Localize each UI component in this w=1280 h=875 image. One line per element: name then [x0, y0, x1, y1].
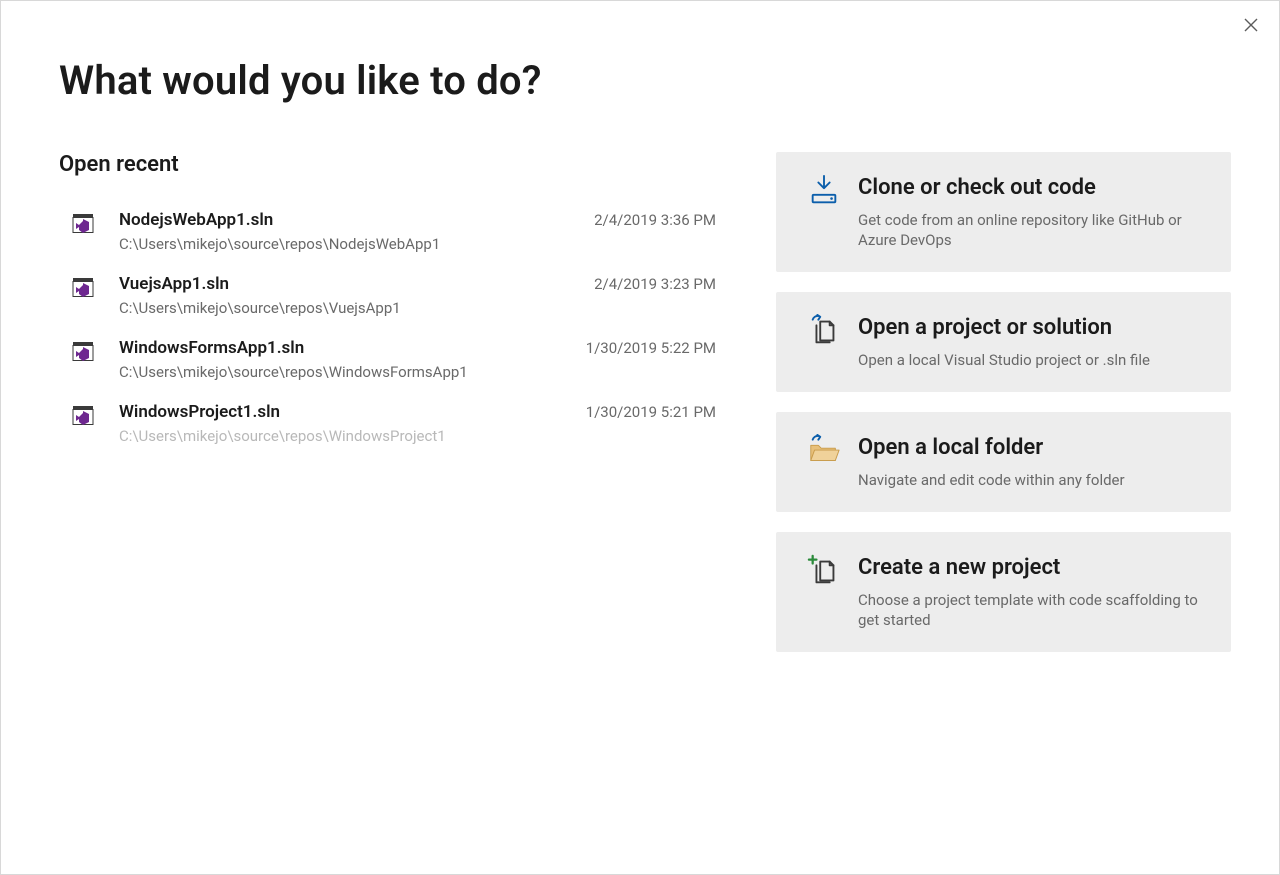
open-recent-section: Open recent NodejsWebApp1.sln 2/4/2019 3…	[59, 152, 726, 455]
open-project-icon	[794, 314, 854, 370]
recent-item-path: C:\Users\mikejo\source\repos\VuejsApp1	[119, 299, 716, 317]
recent-item-name: NodejsWebApp1.sln	[119, 209, 586, 231]
card-desc: Get code from an online repository like …	[858, 210, 1209, 250]
recent-item-date: 2/4/2019 3:23 PM	[594, 275, 716, 293]
recent-item-path: C:\Users\mikejo\source\repos\WindowsProj…	[119, 427, 716, 445]
recent-list: NodejsWebApp1.sln 2/4/2019 3:36 PM C:\Us…	[59, 199, 726, 455]
card-desc: Navigate and edit code within any folder	[858, 470, 1209, 490]
clone-icon	[794, 174, 854, 250]
start-window: What would you like to do? Open recent N…	[0, 0, 1280, 875]
open-project-button[interactable]: Open a project or solution Open a local …	[776, 292, 1231, 392]
recent-item[interactable]: WindowsProject1.sln 1/30/2019 5:21 PM C:…	[59, 391, 726, 455]
open-recent-heading: Open recent	[59, 152, 726, 177]
open-folder-icon	[794, 434, 854, 490]
recent-item[interactable]: WindowsFormsApp1.sln 1/30/2019 5:22 PM C…	[59, 327, 726, 391]
recent-item[interactable]: NodejsWebApp1.sln 2/4/2019 3:36 PM C:\Us…	[59, 199, 726, 263]
recent-item-date: 1/30/2019 5:21 PM	[586, 403, 716, 421]
card-title: Open a local folder	[858, 434, 1209, 462]
sln-file-icon	[71, 403, 111, 427]
card-title: Clone or check out code	[858, 174, 1209, 202]
close-icon[interactable]	[1239, 13, 1263, 37]
open-folder-button[interactable]: Open a local folder Navigate and edit co…	[776, 412, 1231, 512]
card-desc: Choose a project template with code scaf…	[858, 590, 1209, 630]
card-title: Open a project or solution	[858, 314, 1209, 342]
card-desc: Open a local Visual Studio project or .s…	[858, 350, 1209, 370]
recent-item-date: 2/4/2019 3:36 PM	[594, 211, 716, 229]
card-title: Create a new project	[858, 554, 1209, 582]
recent-item-name: WindowsFormsApp1.sln	[119, 337, 578, 359]
recent-item-path: C:\Users\mikejo\source\repos\NodejsWebAp…	[119, 235, 716, 253]
recent-item-name: VuejsApp1.sln	[119, 273, 586, 295]
page-title: What would you like to do?	[59, 57, 1231, 104]
recent-item-path: C:\Users\mikejo\source\repos\WindowsForm…	[119, 363, 716, 381]
get-started-actions: Clone or check out code Get code from an…	[776, 152, 1231, 652]
sln-file-icon	[71, 211, 111, 235]
columns: Open recent NodejsWebApp1.sln 2/4/2019 3…	[59, 152, 1231, 834]
recent-item-name: WindowsProject1.sln	[119, 401, 578, 423]
create-new-project-button[interactable]: Create a new project Choose a project te…	[776, 532, 1231, 652]
recent-item-date: 1/30/2019 5:22 PM	[586, 339, 716, 357]
clone-code-button[interactable]: Clone or check out code Get code from an…	[776, 152, 1231, 272]
sln-file-icon	[71, 275, 111, 299]
new-project-icon	[794, 554, 854, 630]
recent-item[interactable]: VuejsApp1.sln 2/4/2019 3:23 PM C:\Users\…	[59, 263, 726, 327]
sln-file-icon	[71, 339, 111, 363]
